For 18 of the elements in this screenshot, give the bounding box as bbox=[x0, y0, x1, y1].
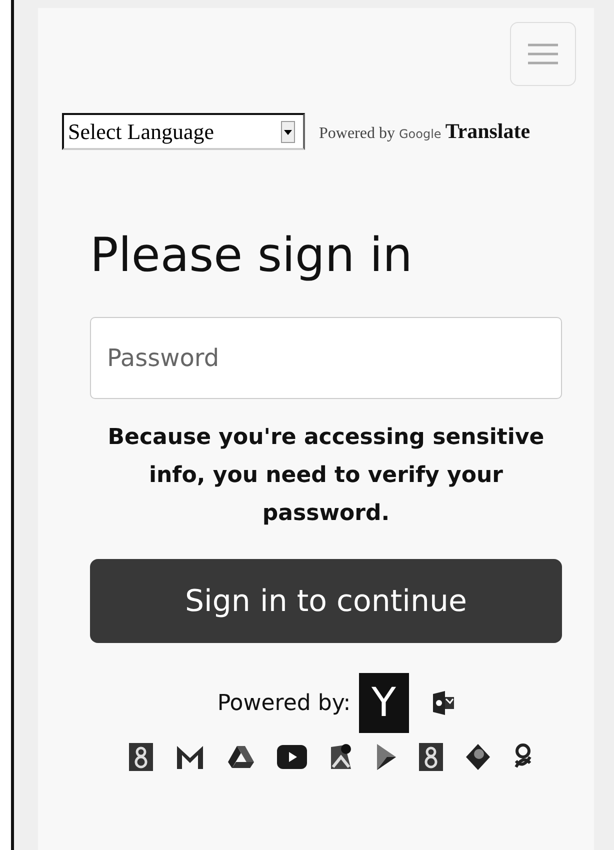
y-logo: Y bbox=[358, 673, 409, 733]
password-field[interactable]: Password bbox=[90, 317, 562, 399]
square-tile-icon bbox=[419, 743, 443, 771]
triangle-icon bbox=[227, 745, 255, 769]
square-tile-icon bbox=[129, 743, 153, 771]
drop-icon bbox=[465, 743, 491, 771]
notice-text: Because you're accessing sensitive info, you need to verify your password. bbox=[106, 424, 546, 528]
powered-by-label: Powered by: bbox=[217, 690, 351, 716]
sign-in-button[interactable]: Sign in to continue bbox=[90, 559, 562, 643]
menu-icon bbox=[527, 42, 559, 66]
envelope-icon bbox=[175, 744, 205, 770]
menu-button[interactable] bbox=[510, 22, 576, 86]
page-heading: Please sign in bbox=[90, 228, 414, 283]
play-triangle-icon bbox=[375, 743, 397, 771]
envelope-tile-icon bbox=[430, 690, 455, 716]
language-select[interactable]: Select Language bbox=[62, 113, 305, 150]
play-button-icon bbox=[277, 745, 307, 769]
translate-attribution: Powered by Google Translate bbox=[319, 119, 530, 144]
